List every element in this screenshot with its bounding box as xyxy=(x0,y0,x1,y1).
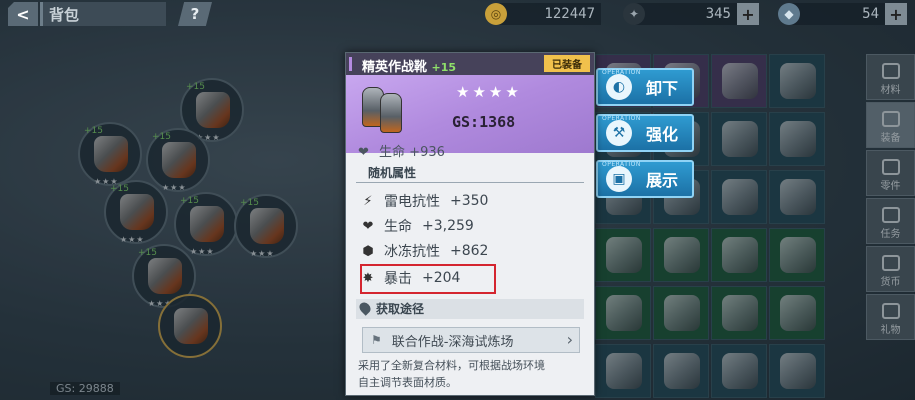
coin-icon: ◎ xyxy=(485,3,507,25)
equipped-badge: 已装备 xyxy=(544,55,590,72)
item-stars: ★★★★ xyxy=(456,83,522,101)
crystal-icon: ◆ xyxy=(778,3,800,25)
add-wrench-button[interactable]: + xyxy=(737,3,759,25)
hexagon-icon: ⬢ xyxy=(362,243,374,259)
item-header: 精英作战靴 +15 已装备 xyxy=(346,53,594,75)
top-bar: < 背包 ? ◎ 122447 ✦ 345 + ◆ 54 + xyxy=(0,0,915,30)
unequip-icon: ◐ xyxy=(606,74,632,100)
heart-icon: ❤ xyxy=(358,145,369,160)
attribute-row: ⚡ 雷电抗性 +350 xyxy=(360,189,580,213)
enhance-icon: ⚒ xyxy=(606,120,632,146)
base-attribute: ❤ 生命 +936 xyxy=(358,145,445,160)
wrench-icon: ✦ xyxy=(623,3,645,25)
item-plus-level: +15 xyxy=(431,61,457,74)
unequip-button[interactable]: OPERATION ◐ 卸下 xyxy=(596,68,694,106)
heart-icon: ❤ xyxy=(362,218,374,234)
rarity-bar xyxy=(349,57,352,71)
lightning-icon: ⚡ xyxy=(363,193,373,209)
item-gs: GS:1368 xyxy=(452,113,516,131)
boots-icon xyxy=(358,83,408,139)
attribute-row: ❤ 生命 +3,259 xyxy=(360,214,580,238)
source-button[interactable]: ⚑ 联合作战-深海试炼场 › xyxy=(362,327,580,353)
back-arrow-icon: < xyxy=(16,4,30,24)
location-pin-icon xyxy=(357,300,373,316)
item-name: 精英作战靴 xyxy=(362,60,428,75)
flag-icon: ⚑ xyxy=(371,333,382,347)
back-button[interactable]: < xyxy=(8,2,38,26)
enhance-button[interactable]: OPERATION ⚒ 强化 xyxy=(596,114,694,152)
random-attr-header: 随机属性 xyxy=(356,163,584,183)
attribute-row: ⬢ 冰冻抗性 +862 xyxy=(360,239,580,263)
add-crystal-button[interactable]: + xyxy=(885,3,907,25)
page-title-plate: 背包 xyxy=(40,2,166,26)
wrench-counter: ✦ 345 + xyxy=(623,3,759,25)
chevron-right-icon: › xyxy=(566,330,573,349)
page-title: 背包 xyxy=(49,5,80,24)
help-button[interactable]: ? xyxy=(178,2,212,26)
item-detail-panel: 精英作战靴 +15 已装备 ★★★★ GS:1368 ❤ 生命 +936 随机属… xyxy=(345,52,595,396)
coin-counter: ◎ 122447 xyxy=(485,3,601,25)
showcase-button[interactable]: OPERATION ▣ 展示 xyxy=(596,160,694,198)
highlight-box xyxy=(360,264,496,294)
showcase-icon: ▣ xyxy=(606,166,632,192)
item-description: 采用了全新复合材料，可根据战场环境 自主调节表面材质。 xyxy=(358,359,545,389)
crystal-counter: ◆ 54 + xyxy=(778,3,907,25)
source-header: 获取途径 xyxy=(356,299,584,319)
